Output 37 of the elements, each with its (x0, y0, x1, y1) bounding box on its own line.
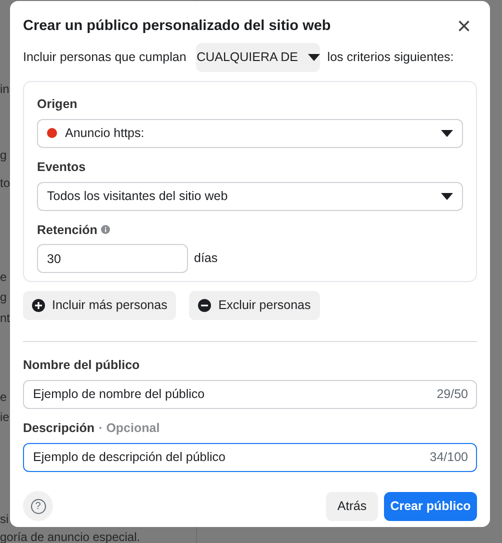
background-text: e (0, 390, 7, 404)
field-label: Origen (37, 96, 78, 113)
optional-label: · Opcional (98, 420, 160, 437)
character-counter: 29/50 (436, 386, 468, 402)
dropdown-caret-icon (308, 54, 320, 61)
close-button[interactable]: × (456, 14, 477, 38)
retention-input[interactable]: 30 (37, 244, 188, 274)
match-dropdown[interactable]: CUALQUIERA DE (196, 43, 320, 72)
background-text: e (0, 270, 7, 284)
background-text: ie (0, 410, 10, 424)
background-text: g (0, 148, 7, 162)
criteria-suffix: los criterios siguientes: (327, 49, 454, 66)
background-text: in (0, 82, 10, 96)
field-label: Descripción (23, 420, 95, 437)
field-label: Retención (37, 222, 98, 238)
minus-circle-icon (198, 299, 212, 312)
events-select[interactable]: Todos los visitantes del sitio web (37, 182, 463, 210)
character-counter: 34/100 (430, 450, 468, 464)
background-text: si (0, 512, 9, 526)
dropdown-caret-icon (441, 130, 453, 137)
info-icon (101, 225, 110, 234)
background-text: g (0, 290, 7, 304)
exclude-people-button[interactable]: Excluir personas (189, 291, 320, 320)
field-label: Nombre del público (23, 357, 140, 374)
field-label: Eventos (37, 158, 87, 176)
back-button[interactable]: Atrás (326, 492, 378, 520)
help-button[interactable]: ? (23, 491, 53, 521)
dialog-title: Crear un público personalizado del sitio web (23, 16, 331, 36)
include-people-button[interactable]: Incluir más personas (23, 291, 176, 320)
dropdown-caret-icon (441, 192, 453, 200)
background-text: to (0, 176, 10, 190)
background-text: nt (0, 311, 10, 325)
criteria-prefix: Incluir personas que cumplan (23, 49, 186, 66)
create-audience-button[interactable]: Crear público (384, 492, 477, 520)
plus-circle-icon (32, 299, 45, 312)
origin-select[interactable]: Anuncio https: (37, 118, 463, 148)
retention-unit: días (194, 250, 218, 267)
